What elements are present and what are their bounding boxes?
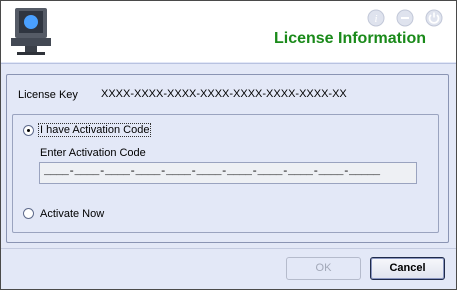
info-icon[interactable]: i bbox=[367, 9, 385, 27]
activation-code-value: ____-____-____-____-____-____-____-____-… bbox=[44, 166, 380, 178]
header-separator bbox=[1, 63, 456, 64]
footer-separator bbox=[1, 248, 456, 249]
activate-now-label[interactable]: Activate Now bbox=[40, 208, 104, 220]
license-key-value: XXXX-XXXX-XXXX-XXXX-XXXX-XXXX-XXXX-XX bbox=[101, 88, 347, 100]
ok-button-label: OK bbox=[315, 262, 332, 274]
dialog-title: License Information bbox=[273, 30, 426, 47]
ok-button[interactable]: OK bbox=[286, 257, 361, 280]
minimize-icon[interactable] bbox=[396, 9, 414, 27]
enter-activation-code-label: Enter Activation Code bbox=[40, 147, 146, 159]
svg-text:i: i bbox=[374, 13, 377, 25]
activation-code-input[interactable]: ____-____-____-____-____-____-____-____-… bbox=[39, 162, 417, 184]
computer-logo-icon bbox=[11, 8, 51, 55]
dialog-header: License Information i bbox=[1, 1, 456, 62]
cancel-button[interactable]: Cancel bbox=[370, 257, 445, 280]
cancel-button-label: Cancel bbox=[389, 262, 426, 274]
activate-now-radio[interactable] bbox=[23, 208, 34, 219]
power-icon[interactable] bbox=[425, 9, 443, 27]
radio-selected-dot bbox=[27, 129, 30, 132]
have-activation-code-label[interactable]: I have Activation Code bbox=[37, 123, 152, 137]
license-key-label: License Key bbox=[18, 89, 78, 101]
license-dialog: License Information i License Key XXXX-X… bbox=[0, 0, 457, 290]
have-activation-code-radio[interactable] bbox=[23, 125, 34, 136]
